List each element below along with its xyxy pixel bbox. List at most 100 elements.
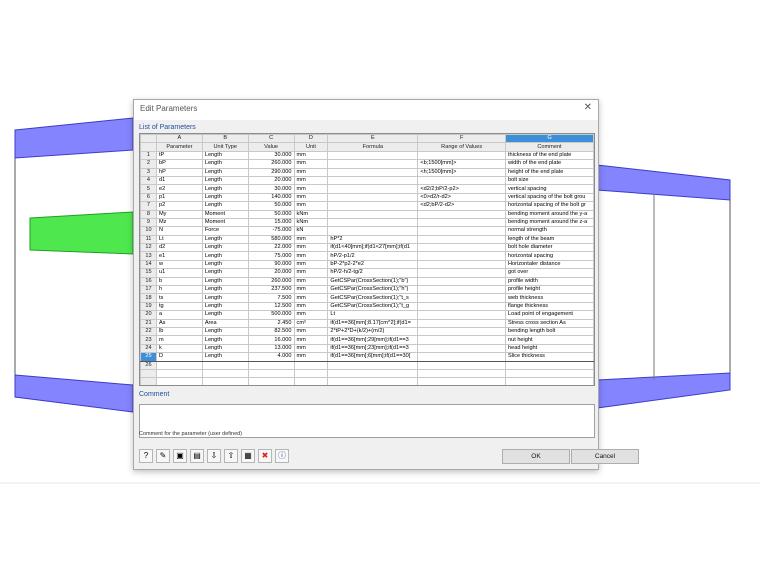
- comment-cell[interactable]: vertical spacing: [504, 184, 594, 194]
- table-row[interactable]: 5 e2 Length 30.000 mm <d2/2;bP/2-p2> vertical …: [140, 184, 594, 194]
- unit-type-cell[interactable]: Length: [201, 167, 249, 177]
- parameter-cell[interactable]: b: [155, 276, 203, 287]
- table-row[interactable]: 3 hP Length 290.000 mm <h;1500[mm]> height of …: [140, 167, 594, 177]
- formula-cell[interactable]: [327, 201, 419, 211]
- comment-cell[interactable]: horizontal spacing of the bolt gr: [504, 201, 594, 211]
- value-cell[interactable]: 20.000: [247, 268, 295, 278]
- dialog-titlebar[interactable]: Edit Parameters ✕: [134, 100, 598, 120]
- unit-cell[interactable]: mm: [293, 201, 329, 211]
- row-number[interactable]: 12: [140, 243, 157, 253]
- parameter-cell[interactable]: d1: [155, 175, 203, 186]
- parameter-cell[interactable]: ts: [155, 293, 203, 303]
- range-cell[interactable]: [417, 276, 506, 287]
- formula-cell[interactable]: if(d1==36[mm];29[mm];if(d1==3: [327, 335, 419, 345]
- value-cell[interactable]: 237.500: [247, 285, 295, 295]
- row-number[interactable]: 11: [140, 234, 157, 245]
- formula-cell[interactable]: hP*2: [327, 234, 419, 245]
- table-row[interactable]: 16 b Length 260.000 mm GetCSPar(CrossSection(…: [140, 276, 594, 287]
- value-cell[interactable]: 7.500: [247, 293, 295, 303]
- parameter-cell[interactable]: h: [155, 285, 203, 295]
- value-cell[interactable]: -75.000: [247, 226, 295, 236]
- unit-type-cell[interactable]: [201, 360, 249, 370]
- unit-type-cell[interactable]: Length: [201, 310, 249, 320]
- value-cell[interactable]: 75.000: [247, 251, 295, 261]
- parameter-cell[interactable]: As: [155, 318, 203, 329]
- parameters-table[interactable]: ABCDEFG Parameter Unit Type Value Unit Formu…: [139, 133, 595, 386]
- unit-type-cell[interactable]: Moment: [201, 217, 249, 228]
- unit-type-cell[interactable]: Length: [201, 293, 249, 303]
- table-row[interactable]: 12 d2 Length 22.000 mm if(d1<40[mm];if(d1<27[…: [140, 243, 594, 253]
- unit-cell[interactable]: mm: [293, 285, 329, 295]
- value-cell[interactable]: 260.000: [247, 276, 295, 287]
- value-cell[interactable]: 20.000: [247, 175, 295, 186]
- range-cell[interactable]: [417, 209, 506, 219]
- value-cell[interactable]: 15.000: [247, 217, 295, 228]
- parameter-cell[interactable]: tP: [155, 150, 203, 161]
- comment-cell[interactable]: [504, 360, 594, 370]
- unit-cell[interactable]: mm: [293, 352, 329, 362]
- value-cell[interactable]: 12.500: [247, 301, 295, 312]
- unit-type-cell[interactable]: Moment: [201, 209, 249, 219]
- parameter-cell[interactable]: e2: [155, 184, 203, 194]
- export-icon[interactable]: ⇧: [224, 449, 238, 463]
- parameter-cell[interactable]: D: [155, 352, 203, 362]
- row-number[interactable]: 4: [140, 175, 157, 186]
- range-cell[interactable]: [417, 234, 506, 245]
- help-icon[interactable]: ?: [139, 449, 153, 463]
- comment-cell[interactable]: profile height: [504, 285, 594, 295]
- comment-cell[interactable]: bending length bolt: [504, 326, 594, 337]
- comment-cell[interactable]: bending moment around the z-a: [504, 217, 594, 228]
- table-row[interactable]: 21 As Area 2.450 cm² if(d1==36[mm];8.17[cm^2]…: [140, 318, 594, 329]
- parameter-cell[interactable]: Lt: [155, 234, 203, 245]
- unit-type-cell[interactable]: Length: [201, 201, 249, 211]
- formula-cell[interactable]: [327, 360, 419, 370]
- range-cell[interactable]: [417, 318, 506, 329]
- value-cell[interactable]: 290.000: [247, 167, 295, 177]
- table-corner[interactable]: [140, 134, 157, 144]
- column-letter[interactable]: E: [327, 134, 419, 144]
- comment-cell[interactable]: thickness of the end plate: [504, 150, 594, 161]
- parameter-cell[interactable]: d2: [155, 243, 203, 253]
- unit-type-cell[interactable]: Length: [201, 276, 249, 287]
- unit-cell[interactable]: mm: [293, 293, 329, 303]
- info-icon[interactable]: ⓘ: [275, 449, 289, 463]
- row-number[interactable]: 13: [140, 251, 157, 261]
- parameter-cell[interactable]: p2: [155, 201, 203, 211]
- comment-cell[interactable]: height of the end plate: [504, 167, 594, 177]
- formula-cell[interactable]: Lt: [327, 310, 419, 320]
- comment-cell[interactable]: length of the beam: [504, 234, 594, 245]
- unit-type-cell[interactable]: Length: [201, 301, 249, 312]
- range-cell[interactable]: [417, 301, 506, 312]
- comment-cell[interactable]: width of the end plate: [504, 159, 594, 169]
- parameter-cell[interactable]: tg: [155, 301, 203, 312]
- range-cell[interactable]: <b;1500[mm]>: [417, 159, 506, 169]
- row-number[interactable]: 20: [140, 310, 157, 320]
- unit-type-cell[interactable]: Length: [201, 251, 249, 261]
- range-cell[interactable]: [417, 268, 506, 278]
- parameter-cell[interactable]: w: [155, 259, 203, 270]
- parameter-cell[interactable]: m: [155, 335, 203, 345]
- formula-cell[interactable]: GetCSPar(CrossSection(1);"h"): [327, 285, 419, 295]
- table-row[interactable]: 15 u1 Length 20.000 mm hP/2-h/2-tg/2 got over: [140, 268, 594, 278]
- table-row[interactable]: 23 m Length 16.000 mm if(d1==36[mm];29[mm];if…: [140, 335, 594, 345]
- value-cell[interactable]: 500.000: [247, 310, 295, 320]
- value-cell[interactable]: 50.000: [247, 209, 295, 219]
- unit-type-cell[interactable]: Length: [201, 343, 249, 354]
- unit-type-cell[interactable]: Length: [201, 335, 249, 345]
- unit-cell[interactable]: [293, 360, 329, 370]
- range-cell[interactable]: [417, 243, 506, 253]
- range-cell[interactable]: <h;1500[mm]>: [417, 167, 506, 177]
- range-cell[interactable]: [417, 335, 506, 345]
- table-row[interactable]: 24 k Length 13.000 mm if(d1==36[mm];23[mm];if…: [140, 343, 594, 354]
- unit-type-cell[interactable]: Area: [201, 318, 249, 329]
- formula-cell[interactable]: [327, 184, 419, 194]
- row-number[interactable]: 15: [140, 268, 157, 278]
- unit-type-cell[interactable]: Length: [201, 184, 249, 194]
- value-cell[interactable]: 30.000: [247, 150, 295, 161]
- range-cell[interactable]: [417, 226, 506, 236]
- table-row[interactable]: 7 p2 Length 50.000 mm <d2;bP/2-d2> horizontal …: [140, 201, 594, 211]
- comment-cell[interactable]: Slice thickness: [504, 352, 594, 362]
- row-number[interactable]: 1: [140, 150, 157, 161]
- cancel-button[interactable]: Cancel: [571, 449, 639, 464]
- value-cell[interactable]: 50.000: [247, 201, 295, 211]
